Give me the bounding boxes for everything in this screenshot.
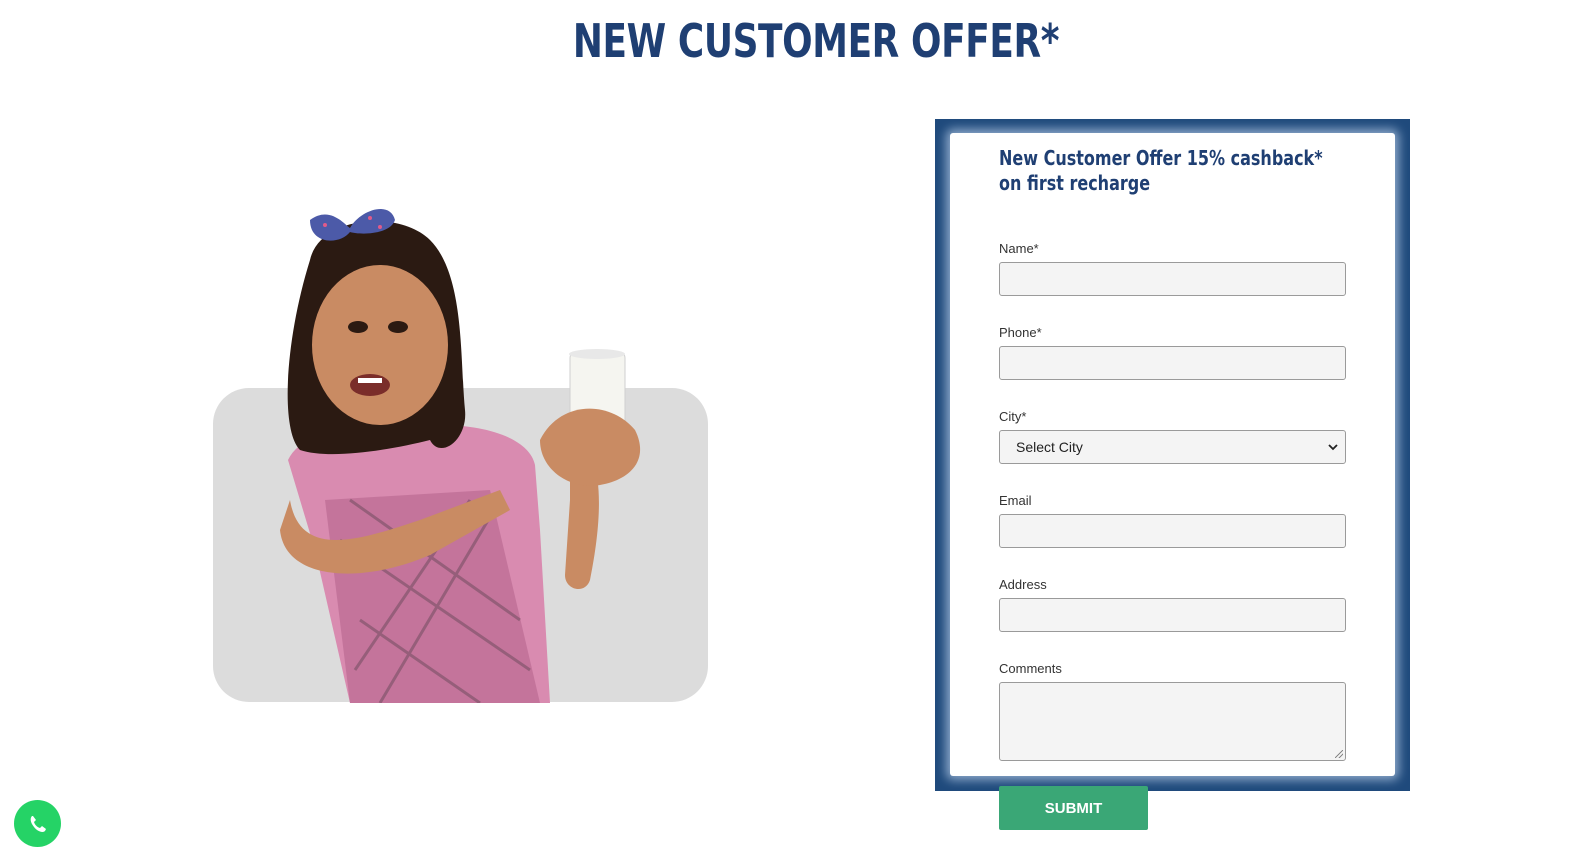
page-title: NEW CUSTOMER OFFER* [572,14,1060,68]
offer-form-frame: New Customer Offer 15% cashback* on firs… [935,119,1410,791]
submit-button[interactable]: SUBMIT [999,786,1148,830]
whatsapp-icon [30,815,46,832]
city-label: City* [999,409,1027,424]
form-heading: New Customer Offer 15% cashback* on firs… [999,146,1323,195]
comments-label: Comments [999,661,1062,676]
city-select-value: Select City [1016,439,1083,455]
whatsapp-button[interactable] [14,800,61,847]
name-label: Name* [999,241,1039,256]
comments-field[interactable] [999,682,1346,761]
city-select[interactable]: Select City [999,430,1346,464]
name-field[interactable] [999,262,1346,296]
resize-handle[interactable] [1335,750,1343,758]
offer-form: New Customer Offer 15% cashback* on firs… [950,133,1395,776]
address-label: Address [999,577,1047,592]
email-label: Email [999,493,1032,508]
chevron-down-icon [1328,444,1338,451]
address-field[interactable] [999,598,1346,632]
email-field[interactable] [999,514,1346,548]
girl-with-milk-image [280,208,641,703]
phone-field[interactable] [999,346,1346,380]
phone-label: Phone* [999,325,1042,340]
